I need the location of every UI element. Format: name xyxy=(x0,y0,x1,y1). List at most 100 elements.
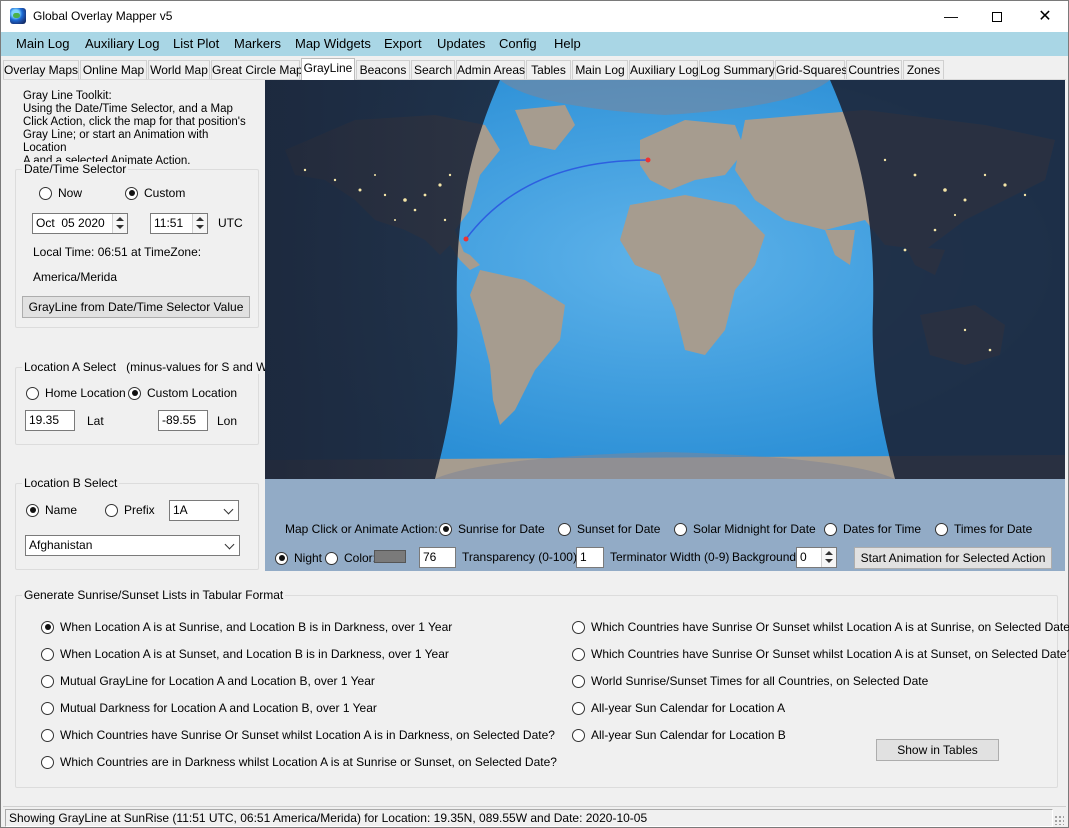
radio-indicator xyxy=(128,386,141,400)
radio-indicator xyxy=(824,522,837,536)
toolkit-line: Using the Date/Time Selector, and a Map xyxy=(23,103,233,115)
tab-beacons[interactable]: Beacons xyxy=(356,60,410,80)
timezone-label: America/Merida xyxy=(33,270,118,284)
toolkit-description: Gray Line Toolkit: Using the Date/Time S… xyxy=(23,90,253,168)
menu-updates[interactable]: Updates xyxy=(437,36,485,51)
tab-admin-areas[interactable]: Admin Areas xyxy=(456,60,525,80)
prefix-radio[interactable]: Prefix xyxy=(105,503,155,517)
list-option-radio[interactable]: When Location A is at Sunrise, and Locat… xyxy=(41,620,452,634)
tab-main-log[interactable]: Main Log xyxy=(572,60,628,80)
tab-tables[interactable]: Tables xyxy=(526,60,571,80)
action-dates-for-time-label: Dates for Time xyxy=(843,522,922,536)
list-option-radio[interactable]: Mutual GrayLine for Location A and Locat… xyxy=(41,674,375,688)
home-location-radio[interactable]: Home Location xyxy=(26,386,126,400)
window-title: Global Overlay Mapper v5 xyxy=(33,9,173,23)
action-times-for-date-radio[interactable]: Times for Date xyxy=(935,522,1032,536)
list-option-radio[interactable]: Which Countries have Sunrise Or Sunset w… xyxy=(572,620,1069,634)
tab-overlay-maps[interactable]: Overlay Maps xyxy=(3,60,79,80)
menu-config[interactable]: Config xyxy=(499,36,537,51)
status-bar: Showing GrayLine at SunRise (11:51 UTC, … xyxy=(3,806,1066,827)
close-button[interactable]: ✕ xyxy=(1022,1,1068,32)
date-picker[interactable]: Oct 05 2020 xyxy=(32,213,128,234)
menu-help[interactable]: Help xyxy=(554,36,581,51)
chevron-down-icon xyxy=(224,539,235,550)
radio-indicator xyxy=(572,647,585,661)
background-spinner[interactable]: 0 xyxy=(796,547,837,568)
lon-input[interactable]: -89.55 xyxy=(158,410,208,431)
tab-grayline[interactable]: GrayLine xyxy=(301,58,355,80)
location-a-group: Location A Select (minus-values for S an… xyxy=(15,360,274,445)
world-map[interactable] xyxy=(265,80,1065,479)
country-select[interactable]: Afghanistan xyxy=(25,535,240,556)
tab-world-map[interactable]: World Map xyxy=(148,60,210,80)
menu-bar: Main Log Auxiliary Log List Plot Markers… xyxy=(1,32,1068,56)
color-radio[interactable]: Color: xyxy=(325,551,376,565)
tab-search[interactable]: Search xyxy=(411,60,455,80)
radio-indicator xyxy=(41,728,54,742)
menu-list-plot[interactable]: List Plot xyxy=(173,36,219,51)
date-value: Oct 05 2020 xyxy=(36,216,105,230)
prefix-select[interactable]: 1A xyxy=(169,500,239,521)
list-option-radio[interactable]: Mutual Darkness for Location A and Locat… xyxy=(41,701,377,715)
radio-indicator xyxy=(125,186,138,200)
custom-label: Custom xyxy=(144,186,186,200)
action-dates-for-time-radio[interactable]: Dates for Time xyxy=(824,522,921,536)
radio-indicator xyxy=(572,701,585,715)
menu-map-widgets[interactable]: Map Widgets xyxy=(295,36,371,51)
name-radio[interactable]: Name xyxy=(26,503,77,517)
tab-online-map[interactable]: Online Map xyxy=(80,60,147,80)
lat-input[interactable]: 19.35 xyxy=(25,410,75,431)
night-radio[interactable]: Night xyxy=(275,551,322,565)
radio-indicator xyxy=(674,522,687,536)
location-b-group: Location B Select xyxy=(15,476,259,570)
list-option-radio[interactable]: Which Countries have Sunrise Or Sunset w… xyxy=(572,647,1069,661)
title-bar: Global Overlay Mapper v5 — ✕ xyxy=(1,1,1068,32)
list-option-radio[interactable]: When Location A is at Sunset, and Locati… xyxy=(41,647,449,661)
map-canvas[interactable] xyxy=(265,80,1065,479)
color-label: Color: xyxy=(344,551,377,565)
action-solar-midnight-label: Solar Midnight for Date xyxy=(693,522,816,536)
time-spinner[interactable] xyxy=(192,214,207,233)
action-sunrise-label: Sunrise for Date xyxy=(458,522,545,536)
menu-auxiliary-log[interactable]: Auxiliary Log xyxy=(85,36,159,51)
tab-log-summary[interactable]: Log Summary xyxy=(699,60,775,80)
tab-auxiliary-log[interactable]: Auxiliary Log xyxy=(629,60,699,80)
home-location-label: Home Location xyxy=(45,386,126,400)
prefix-label: Prefix xyxy=(124,503,155,517)
menu-export[interactable]: Export xyxy=(384,36,422,51)
action-solar-midnight-radio[interactable]: Solar Midnight for Date xyxy=(674,522,816,536)
menu-markers[interactable]: Markers xyxy=(234,36,281,51)
app-window: Global Overlay Mapper v5 — ✕ Main Log Au… xyxy=(0,0,1069,828)
resize-grip-icon[interactable] xyxy=(1054,815,1064,825)
transparency-label: Transparency (0-100) xyxy=(462,550,577,564)
show-in-tables-button[interactable]: Show in Tables xyxy=(876,739,999,761)
tab-countries[interactable]: Countries xyxy=(846,60,902,80)
menu-main-log[interactable]: Main Log xyxy=(16,36,69,51)
terminator-input[interactable]: 1 xyxy=(576,547,604,568)
grayline-from-datetime-button[interactable]: GrayLine from Date/Time Selector Value xyxy=(22,296,250,318)
list-option-radio[interactable]: Which Countries have Sunrise Or Sunset w… xyxy=(41,728,555,742)
minimize-button[interactable]: — xyxy=(928,1,974,32)
date-spinner[interactable] xyxy=(112,214,127,233)
action-sunrise-radio[interactable]: Sunrise for Date xyxy=(439,522,545,536)
maximize-button[interactable] xyxy=(974,1,1020,32)
color-swatch[interactable] xyxy=(374,550,406,563)
custom-radio[interactable]: Custom xyxy=(125,186,185,200)
start-animation-button[interactable]: Start Animation for Selected Action xyxy=(854,547,1052,569)
tab-great-circle-map[interactable]: Great Circle Map xyxy=(211,60,303,80)
utc-label: UTC xyxy=(218,216,243,230)
list-option-radio[interactable]: All-year Sun Calendar for Location B xyxy=(572,728,786,742)
custom-location-radio[interactable]: Custom Location xyxy=(128,386,237,400)
now-radio[interactable]: Now xyxy=(39,186,82,200)
transparency-input[interactable]: 76 xyxy=(419,547,456,568)
background-spin-buttons[interactable] xyxy=(821,548,836,567)
list-option-radio[interactable]: Which Countries are in Darkness whilst L… xyxy=(41,755,557,769)
tab-grid-squares[interactable]: Grid-Squares xyxy=(775,60,847,80)
tab-zones[interactable]: Zones xyxy=(903,60,944,80)
list-option-radio[interactable]: All-year Sun Calendar for Location A xyxy=(572,701,785,715)
list-option-radio[interactable]: World Sunrise/Sunset Times for all Count… xyxy=(572,674,928,688)
action-sunset-radio[interactable]: Sunset for Date xyxy=(558,522,660,536)
time-picker[interactable]: 11:51 xyxy=(150,213,208,234)
lists-legend: Generate Sunrise/Sunset Lists in Tabular… xyxy=(22,588,286,602)
toolkit-line: Click Action, click the map for that pos… xyxy=(23,116,246,128)
